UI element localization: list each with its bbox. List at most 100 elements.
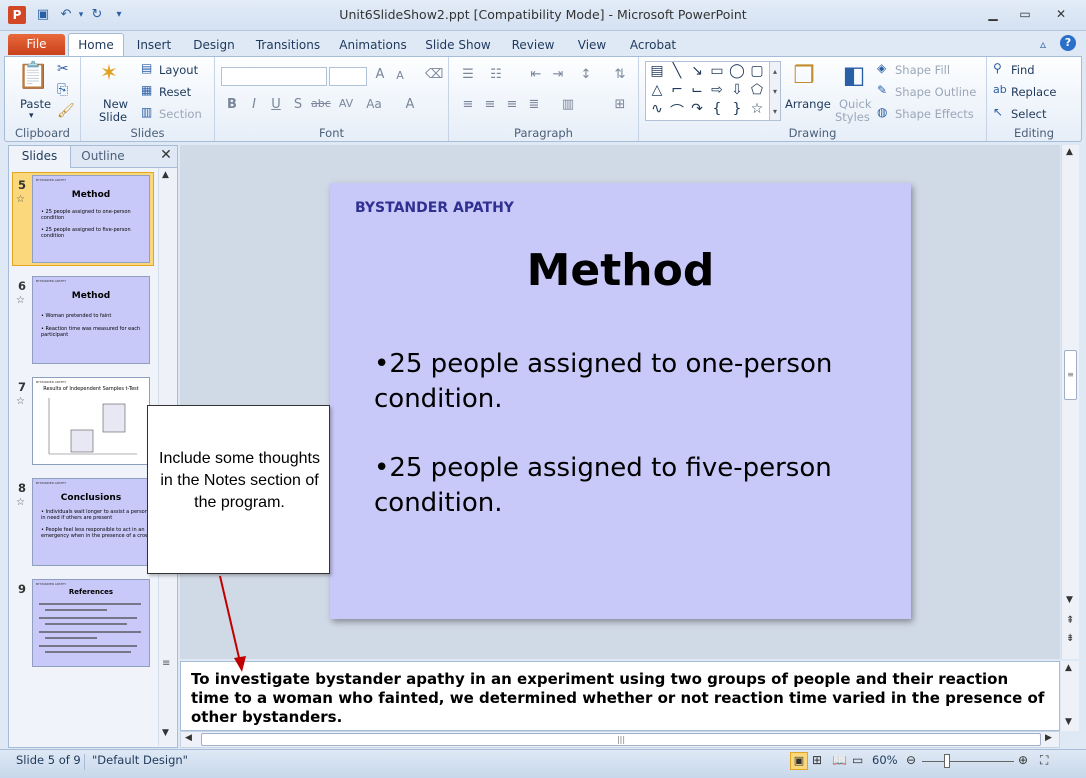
reset-button[interactable]: Reset bbox=[159, 85, 191, 99]
slide-header-text[interactable]: BYSTANDER APATHY bbox=[355, 200, 514, 216]
elbow-connector-icon[interactable]: ⌐ bbox=[668, 82, 686, 98]
normal-view-icon[interactable]: ▣ bbox=[790, 752, 808, 770]
current-slide[interactable]: BYSTANDER APATHY Method •25 people assig… bbox=[330, 183, 911, 619]
select-cursor-icon[interactable]: ↖ bbox=[993, 105, 1003, 119]
numbering-icon[interactable]: ☷ bbox=[487, 67, 505, 82]
maximize-button[interactable]: ▭ bbox=[1012, 5, 1038, 23]
slide-thumbnail[interactable]: BYSTANDER APATHY Method • 25 people assi… bbox=[32, 175, 150, 263]
cut-icon[interactable]: ✂ bbox=[57, 61, 69, 77]
section-icon[interactable]: ▥ bbox=[141, 105, 152, 119]
tab-outline-pane[interactable]: Outline bbox=[72, 146, 134, 168]
slide-thumbnail[interactable]: BYSTANDER APATHY References bbox=[32, 579, 150, 667]
scroll-left-icon[interactable]: ◀ bbox=[185, 733, 192, 743]
zoom-out-icon[interactable]: ⊖ bbox=[906, 753, 916, 767]
shapes-gallery[interactable]: ▤ ╲ ↘ ▭ ◯ ▢ △ ⌐ ⌙ ⇨ ⇩ ⬠ ∿ ⌒ ↷ { } ☆ bbox=[645, 61, 775, 121]
next-slide-icon[interactable]: ⇟ bbox=[1066, 633, 1074, 644]
textbox-shape-icon[interactable]: ▤ bbox=[648, 63, 666, 79]
underline-icon[interactable]: U bbox=[267, 97, 285, 112]
paste-icon[interactable]: 📋 bbox=[17, 61, 49, 95]
horizontal-scrollbar[interactable]: ◀ ||| ▶ bbox=[180, 731, 1060, 748]
decrease-indent-icon[interactable]: ⇤ bbox=[527, 67, 545, 82]
rounded-rect-shape-icon[interactable]: ▢ bbox=[748, 63, 766, 79]
scroll-grip-icon[interactable]: ≡ bbox=[162, 658, 170, 669]
slide-title[interactable]: Method bbox=[330, 245, 911, 296]
justify-icon[interactable]: ≣ bbox=[525, 97, 543, 112]
tab-review[interactable]: Review bbox=[506, 36, 560, 56]
rectangle-shape-icon[interactable]: ▭ bbox=[708, 63, 726, 79]
tab-home[interactable]: Home bbox=[68, 33, 124, 57]
select-button[interactable]: Select bbox=[1011, 107, 1046, 121]
copy-icon[interactable]: ⎘ bbox=[57, 82, 68, 98]
triangle-shape-icon[interactable]: △ bbox=[648, 82, 666, 98]
elbow-arrow-icon[interactable]: ⌙ bbox=[688, 82, 706, 98]
scroll-up-icon[interactable]: ▲ bbox=[1066, 147, 1073, 157]
quick-styles-label-2[interactable]: Styles bbox=[835, 110, 870, 124]
slide-vertical-scrollbar[interactable]: ▲ ≡ ▼ ⇞ ⇟ bbox=[1061, 145, 1079, 659]
arrange-icon[interactable]: ❒ bbox=[789, 61, 819, 91]
arrange-button[interactable]: Arrange bbox=[785, 97, 831, 111]
quick-styles-label[interactable]: Quick bbox=[839, 97, 872, 111]
fit-to-window-icon[interactable]: ⛶ bbox=[1040, 753, 1048, 768]
slide-thumbnail[interactable]: BYSTANDER APATHY Results of Independent … bbox=[32, 377, 150, 465]
align-right-icon[interactable]: ≡ bbox=[503, 97, 521, 112]
grow-font-icon[interactable]: A bbox=[371, 67, 389, 82]
line-shape-icon[interactable]: ╲ bbox=[668, 63, 686, 79]
italic-icon[interactable]: I bbox=[245, 97, 263, 112]
shape-outline-button[interactable]: Shape Outline bbox=[895, 85, 976, 99]
scroll-up-icon[interactable]: ▲ bbox=[1065, 663, 1072, 673]
reading-view-icon[interactable]: 📖 bbox=[832, 753, 847, 767]
reset-icon[interactable]: ▦ bbox=[141, 83, 152, 97]
line-spacing-icon[interactable]: ↕ bbox=[577, 67, 595, 82]
find-button[interactable]: Find bbox=[1011, 63, 1035, 77]
previous-slide-icon[interactable]: ⇞ bbox=[1066, 615, 1074, 626]
slide-bullet[interactable]: •25 people assigned to one-person condit… bbox=[374, 347, 894, 417]
shape-effects-icon[interactable]: ◍ bbox=[877, 105, 887, 119]
section-button[interactable]: Section bbox=[159, 107, 202, 121]
change-case-icon[interactable]: Aa bbox=[365, 97, 383, 111]
slide-sorter-icon[interactable]: ⊞ bbox=[812, 753, 822, 767]
zoom-in-icon[interactable]: ⊕ bbox=[1018, 753, 1028, 767]
zoom-level[interactable]: 60% bbox=[872, 753, 898, 767]
text-direction-icon[interactable]: ⇅ bbox=[611, 67, 629, 82]
tab-slide-show[interactable]: Slide Show bbox=[422, 36, 494, 56]
notes-text[interactable]: To investigate bystander apathy in an ex… bbox=[191, 670, 1051, 727]
left-brace-shape-icon[interactable]: { bbox=[708, 101, 726, 117]
notes-scrollbar[interactable]: ▲ ▼ bbox=[1061, 661, 1079, 731]
bold-icon[interactable]: B bbox=[223, 97, 241, 112]
scroll-down-icon[interactable]: ▼ bbox=[162, 728, 169, 738]
zoom-slider-track[interactable] bbox=[922, 761, 1014, 762]
scroll-down-icon[interactable]: ▼ bbox=[1066, 595, 1073, 605]
paste-dropdown-icon[interactable]: ▾ bbox=[29, 111, 34, 121]
new-slide-label-2[interactable]: Slide bbox=[99, 110, 127, 124]
arrow-line-shape-icon[interactable]: ↘ bbox=[688, 63, 706, 79]
collapse-ribbon-icon[interactable]: ▵ bbox=[1040, 37, 1046, 51]
close-pane-icon[interactable]: ✕ bbox=[157, 147, 175, 163]
tab-slides-pane[interactable]: Slides bbox=[9, 146, 71, 168]
new-slide-label[interactable]: New bbox=[103, 97, 128, 111]
help-icon[interactable]: ? bbox=[1060, 35, 1076, 51]
scroll-thumb[interactable]: ≡ bbox=[1064, 350, 1077, 400]
tab-view[interactable]: View bbox=[570, 36, 614, 56]
character-spacing-icon[interactable]: AV bbox=[337, 97, 355, 110]
slide-thumbnail[interactable]: BYSTANDER APATHY Method • Woman pretende… bbox=[32, 276, 150, 364]
shape-fill-button[interactable]: Shape Fill bbox=[895, 63, 950, 77]
font-color-icon[interactable]: A bbox=[401, 97, 419, 112]
shape-outline-icon[interactable]: ✎ bbox=[877, 83, 887, 97]
slide-show-icon[interactable]: ▭ bbox=[852, 753, 863, 767]
shadow-icon[interactable]: S bbox=[289, 97, 307, 112]
curved-arrow-icon[interactable]: ↷ bbox=[688, 101, 706, 117]
layout-icon[interactable]: ▤ bbox=[141, 61, 152, 75]
curve-shape-icon[interactable]: ∿ bbox=[648, 101, 666, 117]
tab-acrobat[interactable]: Acrobat bbox=[624, 36, 682, 56]
font-size-combo[interactable] bbox=[329, 67, 367, 86]
shape-effects-button[interactable]: Shape Effects bbox=[895, 107, 974, 121]
font-name-combo[interactable] bbox=[221, 67, 327, 86]
scroll-right-icon[interactable]: ▶ bbox=[1045, 733, 1052, 743]
replace-icon[interactable]: ab bbox=[993, 83, 1007, 96]
notes-pane[interactable]: To investigate bystander apathy in an ex… bbox=[180, 661, 1060, 731]
horizontal-scroll-thumb[interactable]: ||| bbox=[201, 733, 1041, 746]
close-button[interactable]: ✕ bbox=[1042, 5, 1080, 23]
scroll-up-icon[interactable]: ▲ bbox=[162, 170, 169, 180]
columns-icon[interactable]: ▥ bbox=[559, 97, 577, 112]
minimize-button[interactable]: ▁ bbox=[980, 5, 1006, 23]
